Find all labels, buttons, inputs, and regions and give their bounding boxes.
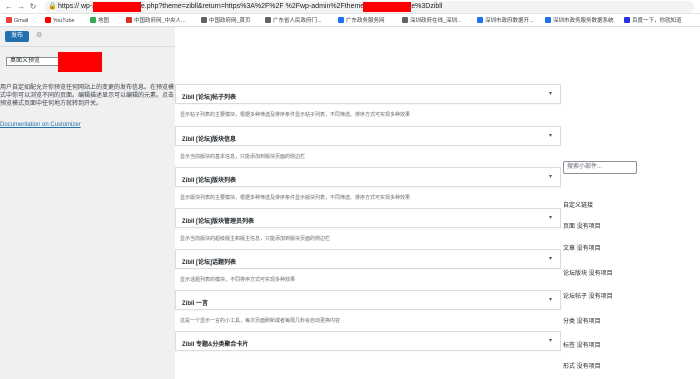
widget-panel-title: Zibll 一言 xyxy=(182,301,208,307)
bookmark-label: 中国政府网_首页 xyxy=(209,18,251,24)
widget-panel-title: Zibll 专题&分类聚合卡片 xyxy=(182,342,249,348)
widget-panel-header[interactable]: Zibll [论坛]版块列表 ▾ xyxy=(175,167,561,187)
redaction-block xyxy=(93,2,141,12)
reload-icon[interactable]: ↻ xyxy=(28,2,38,12)
menu-item-type-label[interactable]: 标签 没有项目 xyxy=(563,340,601,349)
redaction-block xyxy=(58,52,102,72)
widget-panel-header[interactable]: Zibll [论坛]帖子列表 ▾ xyxy=(175,84,561,104)
bookmark-item[interactable]: 百度一下，你就知道 xyxy=(624,17,682,25)
chevron-down-icon[interactable]: ▾ xyxy=(549,132,552,139)
documentation-link[interactable]: Documentation on Customizer xyxy=(0,122,81,128)
bookmark-favicon-icon xyxy=(45,17,51,23)
widget-panel-title: Zibll [论坛]版块管理员列表 xyxy=(182,219,254,225)
bookmark-item[interactable]: 广东省人民政府门... xyxy=(265,17,322,25)
bookmark-label: 深圳市政府数据开... xyxy=(485,18,534,24)
bookmark-label: 地图 xyxy=(98,18,110,24)
publish-button[interactable]: 发布 xyxy=(5,31,29,42)
bookmark-label: Gmail xyxy=(14,18,29,24)
bookmark-label: 中国政府网_中央人... xyxy=(134,18,186,24)
bookmark-favicon-icon xyxy=(265,17,271,23)
widget-panel-description: 显示当前版块的基本信息，只能添加到版块页面的侧边栏 xyxy=(180,154,306,160)
widget-panel-header[interactable]: Zibll 一言 ▾ xyxy=(175,290,561,310)
bookmark-item[interactable]: 中国政府网_首页 xyxy=(201,17,251,25)
bookmark-item[interactable]: 深圳市政务服务数据系统 xyxy=(545,17,614,25)
chevron-down-icon[interactable]: ▾ xyxy=(549,214,552,221)
forward-icon[interactable]: → xyxy=(16,2,26,12)
bookmarks-bar: Gmail YouTube 地图 中国政府网_中央人... 中国政府网_首页 广东省人民政… xyxy=(0,14,700,27)
browser-toolbar: ← → ↻ 🔒 https:// wp-admin/customize.php?… xyxy=(0,0,700,14)
divider xyxy=(0,46,175,47)
chevron-down-icon[interactable]: ▾ xyxy=(549,255,552,262)
preview-select-value: 桌面义预览 xyxy=(10,58,41,64)
widget-panel-description: 显示帖子列表的主要模块，根据多种筛选及排序条件显示帖子列表，不同筛选、排序方式可… xyxy=(180,112,411,118)
widget-panel-title: Zibll [论坛]版块列表 xyxy=(182,178,236,184)
bookmark-label: 深圳政府在线_深圳... xyxy=(410,18,462,24)
widget-panel-description: 显示当前版块的超级版主和版主信息，只能添加到版块页面的侧边栏 xyxy=(180,236,331,242)
widget-panel-header[interactable]: Zibll 专题&分类聚合卡片 ▾ xyxy=(175,331,561,351)
chevron-down-icon[interactable]: ▾ xyxy=(549,173,552,180)
widget-panel-description: 显示话题列表的模块，不同排序方式可实现多种效果 xyxy=(180,277,296,283)
bookmark-favicon-icon xyxy=(338,17,344,23)
widget-panel-title: Zibll [论坛]帖子列表 xyxy=(182,95,236,101)
bookmark-item[interactable]: 中国政府网_中央人... xyxy=(126,17,186,25)
widget-panel-title: Zibll [论坛]版块信息 xyxy=(182,137,236,143)
menu-item-type-label[interactable]: 自定义链接 xyxy=(563,200,593,209)
bookmark-favicon-icon xyxy=(545,17,551,23)
bookmark-item[interactable]: 深圳政府在线_深圳... xyxy=(402,17,462,25)
sidebar-description: 用户自定如配允许你预览任何网站上的变更的发布信息。在预览模式中你可以浏览不同的页… xyxy=(0,85,175,107)
menu-item-type-label[interactable]: 分类 没有项目 xyxy=(563,316,601,325)
bookmark-favicon-icon xyxy=(402,17,408,23)
bookmark-item[interactable]: 地图 xyxy=(90,17,109,25)
lock-icon: 🔒 xyxy=(48,3,57,10)
bookmark-label: YouTube xyxy=(53,18,75,24)
menu-item-type-label[interactable]: 论坛帖子 没有项目 xyxy=(563,291,613,300)
bookmark-item[interactable]: Gmail xyxy=(6,17,28,25)
chevron-down-icon[interactable]: ▾ xyxy=(549,337,552,344)
bookmark-item[interactable]: 广东政务服务网 xyxy=(338,17,385,25)
gear-icon[interactable]: ⚙ xyxy=(36,31,42,39)
widget-panel-title: Zibll [论坛]话题列表 xyxy=(182,260,236,266)
widget-panel-header[interactable]: Zibll [论坛]版块管理员列表 ▾ xyxy=(175,208,561,228)
widget-panel-description: 这是一个显示一言的小工具，每次页面刷新或者每隔几秒会自动更换内容 xyxy=(180,318,341,324)
bookmark-favicon-icon xyxy=(201,17,207,23)
customizer-sidebar: 发布 ⚙ 桌面义预览 ▾ 用户自定如配允许你预览任何网站上的变更的发布信息。在预… xyxy=(0,27,175,379)
widget-list: Zibll [论坛]帖子列表 ▾ 显示帖子列表的主要模块，根据多种筛选及排序条件显示… xyxy=(175,27,700,379)
menu-item-type-label[interactable]: 页面 没有项目 xyxy=(563,221,601,230)
widget-panel-header[interactable]: Zibll [论坛]话题列表 ▾ xyxy=(175,249,561,269)
bookmark-favicon-icon xyxy=(6,17,12,23)
widget-panel-header[interactable]: Zibll [论坛]版块信息 ▾ xyxy=(175,126,561,146)
widget-search-input[interactable]: 搜索小部件... xyxy=(563,161,637,174)
menu-item-type-label[interactable]: 文章 没有项目 xyxy=(563,243,601,252)
bookmark-label: 深圳市政务服务数据系统 xyxy=(553,18,614,24)
bookmark-label: 广东省人民政府门... xyxy=(273,18,322,24)
bookmark-item[interactable]: 深圳市政府数据开... xyxy=(477,17,534,25)
chevron-down-icon[interactable]: ▾ xyxy=(549,296,552,303)
redaction-block xyxy=(363,2,411,12)
menu-item-type-label[interactable]: 形式 没有项目 xyxy=(563,361,601,370)
bookmark-label: 广东政务服务网 xyxy=(346,18,385,24)
bookmark-favicon-icon xyxy=(477,17,483,23)
back-icon[interactable]: ← xyxy=(4,2,14,12)
chevron-down-icon[interactable]: ▾ xyxy=(549,90,552,97)
bookmark-item[interactable]: YouTube xyxy=(45,17,75,25)
widget-panel-description: 显示版块列表的主要模块，根据多种筛选及排序条件显示版块列表，不同筛选、排序方式可… xyxy=(180,195,411,201)
bookmark-favicon-icon xyxy=(624,17,630,23)
address-bar[interactable]: 🔒 https:// wp-admin/customize.php?theme=… xyxy=(44,1,694,13)
bookmark-label: 百度一下，你就知道 xyxy=(632,18,682,24)
bookmark-favicon-icon xyxy=(126,17,132,23)
bookmark-favicon-icon xyxy=(90,17,96,23)
menu-item-type-label[interactable]: 论坛版块 没有项目 xyxy=(563,268,613,277)
